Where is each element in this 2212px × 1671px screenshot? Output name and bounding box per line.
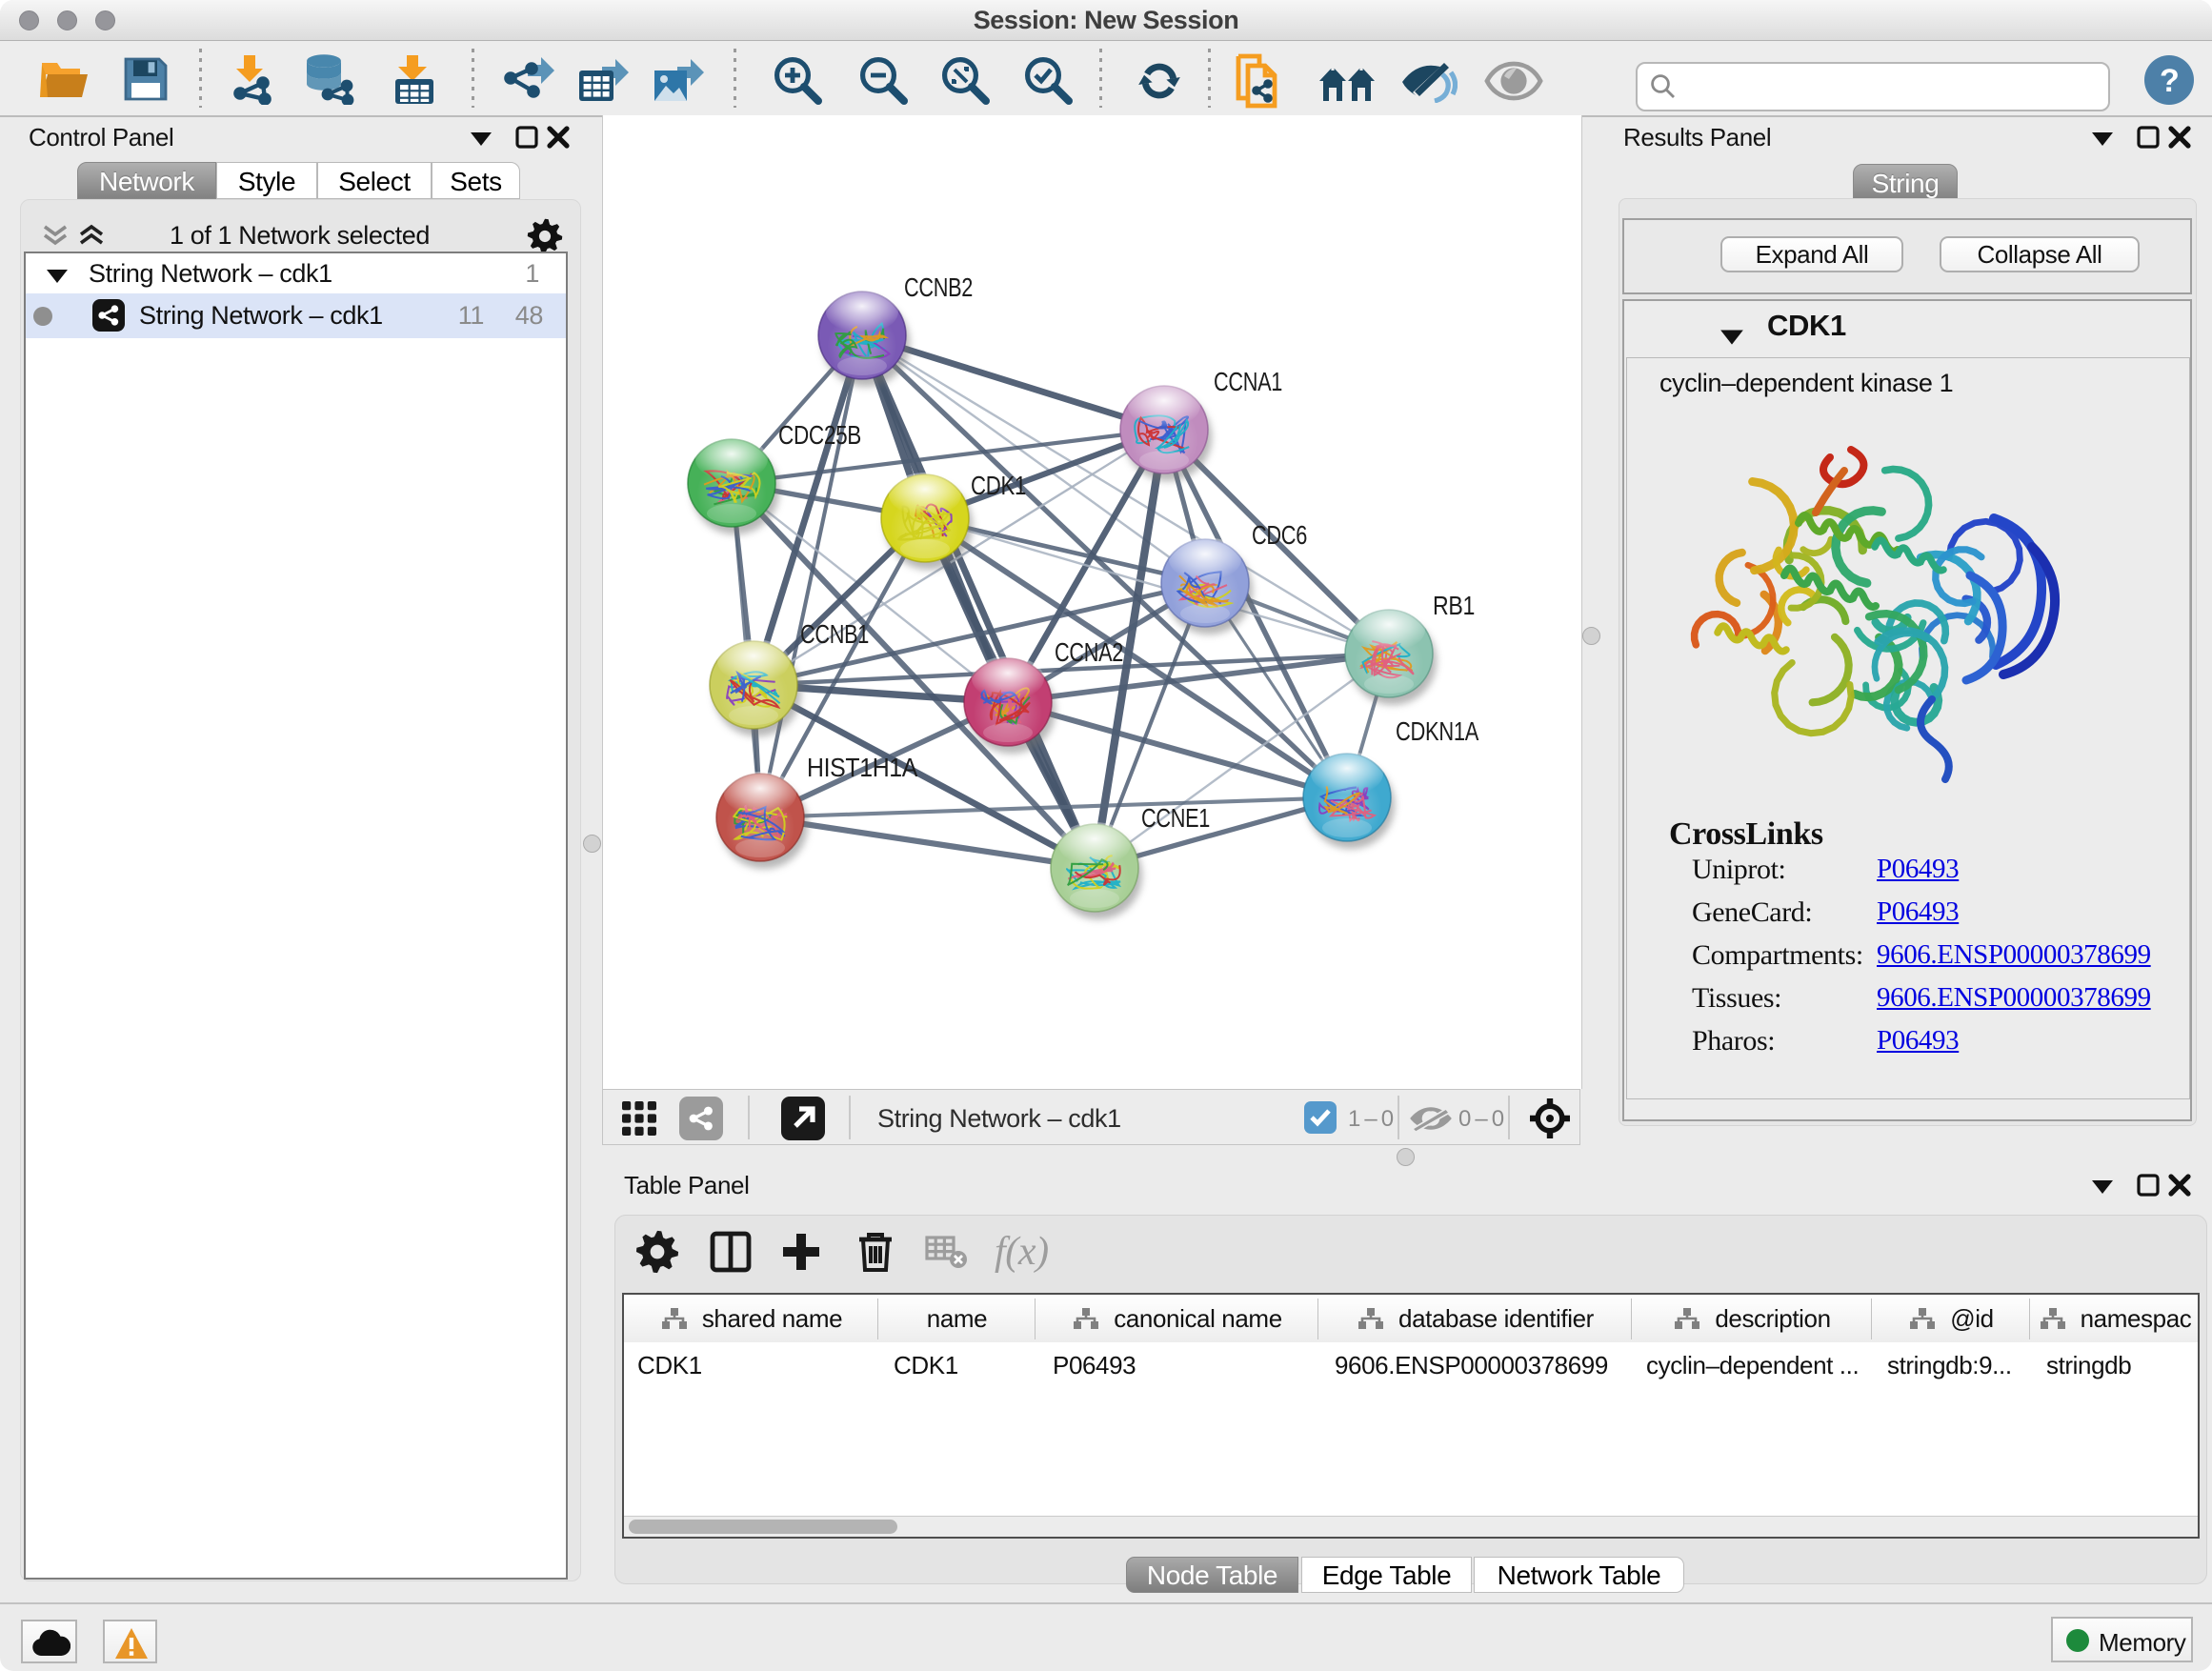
svg-text:CCNA1: CCNA1	[1214, 367, 1282, 396]
svg-text:CDK1: CDK1	[971, 471, 1026, 500]
svg-text:CDKN1A: CDKN1A	[1396, 716, 1479, 746]
svg-text:CDC25B: CDC25B	[778, 420, 861, 450]
svg-text:CDC6: CDC6	[1252, 520, 1307, 550]
svg-text:HIST1H1A: HIST1H1A	[807, 753, 918, 782]
svg-text:?: ?	[2160, 63, 2179, 99]
svg-text:CCNB1: CCNB1	[800, 619, 869, 649]
svg-text:CCNB2: CCNB2	[904, 272, 973, 302]
svg-text:RB1: RB1	[1433, 591, 1475, 620]
svg-text:CCNA2: CCNA2	[1055, 637, 1123, 667]
svg-text:CCNE1: CCNE1	[1141, 803, 1210, 833]
